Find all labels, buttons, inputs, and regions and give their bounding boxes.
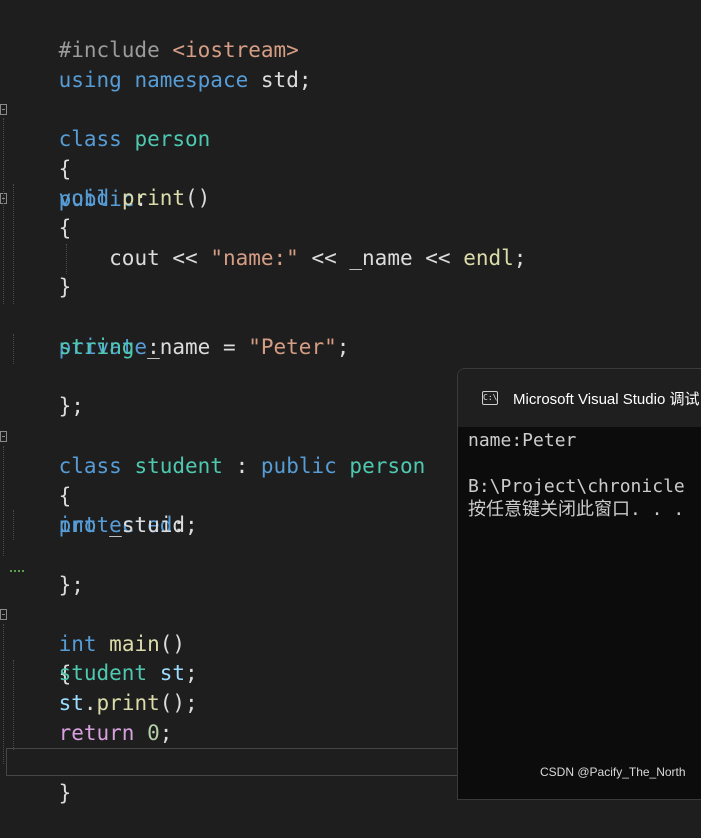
stream-expr: << _name << [298, 246, 464, 270]
variable-st: st [159, 661, 186, 685]
class-name-person: person [134, 127, 211, 151]
code-line-cout[interactable]: cout << "name:" << _name << endl; [8, 243, 526, 273]
code-line-print-call[interactable]: st.print(); [8, 688, 198, 718]
console-title: Microsoft Visual Studio 调试 [513, 391, 700, 408]
console-output-line: B:\Project\chronicle [468, 476, 685, 497]
console-output-line: 按任意键关闭此窗口. . . [468, 499, 685, 520]
code-line-print-decl[interactable]: void print() [8, 183, 211, 213]
console-titlebar[interactable]: C:\ Microsoft Visual Studio 调试 [458, 369, 701, 427]
variable-st: st [58, 691, 84, 715]
keyword-using: using [58, 68, 122, 92]
close-brace: } [58, 275, 72, 299]
indent-guide [3, 624, 4, 764]
code-line-brace[interactable]: } [8, 748, 72, 805]
semicolon: ; [336, 335, 350, 359]
parens: () [159, 632, 186, 656]
function-name-print: print [121, 186, 186, 210]
code-line-main[interactable]: int main() [8, 599, 185, 656]
open-brace: { [58, 216, 72, 240]
debug-console-window[interactable]: C:\ Microsoft Visual Studio 调试 name:Pete… [457, 368, 701, 800]
fold-toggle-icon[interactable] [0, 104, 7, 115]
code-line-include[interactable]: #include <iostream> [8, 5, 299, 62]
type-student: student [58, 661, 148, 685]
code-editor[interactable]: #include <iostream> using namespace std;… [0, 0, 701, 805]
code-line-brace[interactable]: { [8, 629, 72, 686]
semicolon: ; [185, 661, 198, 685]
watermark: CSDN @Pacify_The_North [540, 765, 686, 779]
class-end: }; [58, 573, 84, 597]
indent-guide [3, 118, 4, 304]
string-literal: "name:" [210, 246, 299, 270]
colon: : [222, 454, 261, 478]
keyword-namespace: namespace [134, 68, 249, 92]
code-line-student-decl[interactable]: student st; [8, 658, 198, 688]
code-line-public[interactable]: public: [8, 154, 148, 211]
code-line-brace[interactable]: { [8, 451, 72, 508]
code-line-return[interactable]: return 0; [8, 718, 173, 748]
string-literal: "Peter" [248, 335, 337, 359]
class-end: }; [58, 394, 84, 418]
member-decl: _name = [134, 335, 249, 359]
function-call-print: print [96, 691, 160, 715]
base-class-person: person [349, 454, 426, 478]
code-line-using[interactable]: using namespace std; [8, 35, 312, 92]
keyword-int: int [58, 513, 97, 537]
close-brace: } [58, 781, 72, 805]
console-output[interactable]: name:Peter B:\Project\chronicle 按任意键关闭此窗口.… [468, 429, 685, 521]
fold-toggle-icon[interactable] [0, 431, 7, 442]
cout-expr: cout << [109, 246, 211, 270]
code-line-class-student[interactable]: class student : public person [8, 421, 426, 478]
keyword-return: return [58, 721, 135, 745]
console-app-icon: C:\ [482, 391, 498, 405]
code-line-private[interactable]: private: [8, 302, 160, 359]
fold-toggle-icon[interactable] [0, 609, 7, 620]
indent-guide [3, 446, 4, 556]
code-line-name-member[interactable]: string _name = "Peter"; [8, 332, 350, 362]
keyword-public: public [260, 454, 337, 478]
code-line-class-end[interactable]: }; [8, 361, 84, 418]
code-line-protected[interactable]: protected: [8, 480, 185, 537]
code-line-brace[interactable]: { [8, 213, 72, 243]
member-decl: _stuid; [96, 513, 198, 537]
console-output-line: name:Peter [468, 430, 577, 451]
code-line-brace[interactable]: { [8, 124, 72, 181]
function-name-main: main [109, 632, 160, 656]
call-parens: (); [159, 691, 198, 715]
current-line-highlight [6, 748, 466, 776]
class-name-student: student [134, 454, 223, 478]
semicolon: ; [159, 721, 173, 745]
keyword-void: void [58, 186, 110, 210]
dot: . [83, 691, 97, 715]
parens: () [185, 186, 211, 210]
code-line-class-end[interactable]: }; [8, 540, 84, 597]
semicolon: ; [513, 246, 527, 270]
endl: endl [463, 246, 514, 270]
number-literal: 0 [147, 721, 160, 745]
code-line-stuid[interactable]: int _stuid; [8, 510, 198, 540]
code-line-class-person[interactable]: class person [8, 94, 211, 151]
code-line-brace[interactable]: } [8, 272, 72, 302]
type-string: string [58, 335, 135, 359]
namespace-std: std; [260, 68, 312, 92]
